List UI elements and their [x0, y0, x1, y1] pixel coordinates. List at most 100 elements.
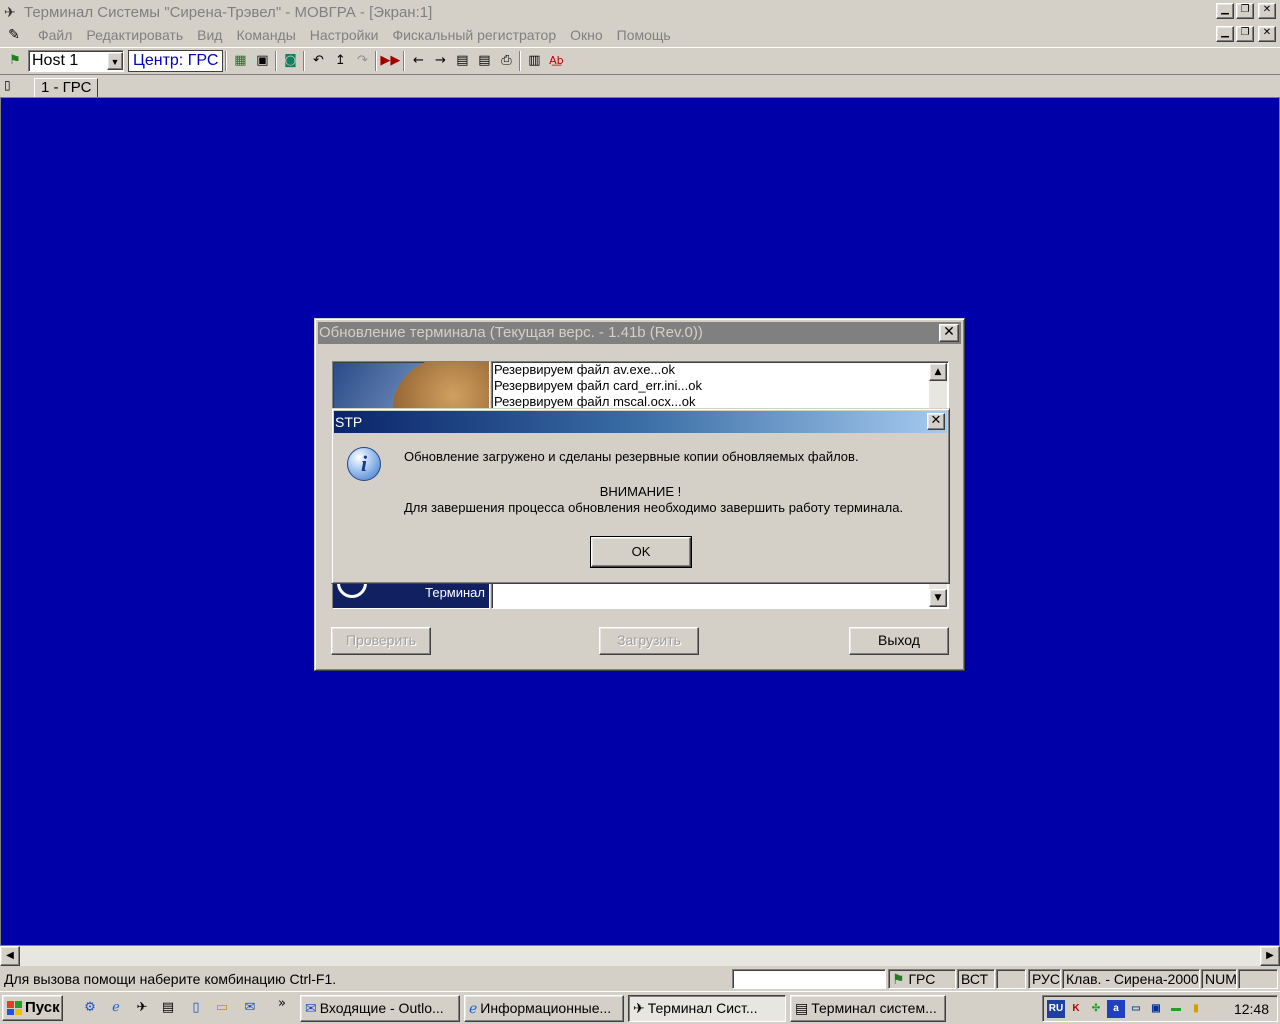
- database-icon[interactable]: ◙: [279, 50, 301, 72]
- internet-explorer-icon: ℯ: [469, 1000, 478, 1016]
- document-window-icon[interactable]: ✎: [3, 26, 25, 44]
- outlook-icon: ✉: [305, 1000, 317, 1016]
- chevron-down-icon[interactable]: ▼: [107, 52, 123, 70]
- message-box-close-button[interactable]: ✕: [927, 413, 945, 430]
- update-window-title: Обновление терминала (Текущая верс. - 1.…: [319, 324, 703, 341]
- task-browser[interactable]: ℯ Информационные...: [464, 995, 624, 1022]
- scroll-left-icon[interactable]: ◀: [0, 946, 20, 966]
- doc-close-button[interactable]: ✕: [1258, 26, 1276, 42]
- print-icon[interactable]: ⎙: [495, 50, 517, 72]
- restore-button[interactable]: ❐: [1236, 3, 1254, 19]
- battery-icon[interactable]: ▬: [1167, 1000, 1185, 1018]
- tab-grs[interactable]: 1 - ГРС: [34, 78, 99, 98]
- quicklaunch-airplane-icon[interactable]: ✈: [132, 998, 152, 1018]
- menu-settings[interactable]: Настройки: [303, 27, 386, 43]
- scroll-up-icon[interactable]: ▲: [929, 363, 947, 381]
- quicklaunch-network-icon[interactable]: ⚙: [80, 998, 100, 1018]
- task-label: Информационные...: [480, 1000, 612, 1016]
- status-input-panel: [732, 969, 886, 989]
- connect-icon[interactable]: ▦: [229, 50, 251, 72]
- menu-bar: ✎ Файл Редактировать Вид Команды Настрой…: [0, 24, 1280, 46]
- update-window-close-button[interactable]: ✕: [939, 324, 959, 342]
- task-label: Терминал систем...: [811, 1000, 937, 1016]
- quicklaunch-folder-icon[interactable]: ▭: [212, 998, 232, 1018]
- doc-minimize-button[interactable]: ▁: [1216, 26, 1234, 42]
- message-warning: ВНИМАНИЕ !: [599, 484, 682, 499]
- notes-icon[interactable]: ▮: [1187, 1000, 1205, 1018]
- horizontal-scrollbar[interactable]: ◀ ▶: [0, 946, 1280, 966]
- status-vst: ВСТ: [957, 969, 995, 989]
- toolbar-separator: [519, 51, 522, 71]
- log-line: Резервируем файл card_err.ini...ok: [494, 378, 702, 393]
- language-indicator[interactable]: RU: [1047, 999, 1065, 1018]
- document-caption-buttons: ▁ ❐ ✕: [1216, 26, 1276, 42]
- upload-icon[interactable]: ↥: [329, 50, 351, 72]
- fast-forward-icon[interactable]: ▶▶: [379, 50, 401, 72]
- minimize-button[interactable]: ▁: [1216, 3, 1234, 19]
- table-right-icon[interactable]: ▤: [473, 50, 495, 72]
- arrow-right-icon[interactable]: →: [429, 50, 451, 72]
- scrollbar-track[interactable]: [20, 946, 1260, 966]
- display-icon[interactable]: ▣: [1147, 1000, 1165, 1018]
- message-box-title: STP: [335, 414, 363, 430]
- title-bar: ✈ Терминал Системы "Сирена-Трэвел" - МОВ…: [0, 0, 1280, 24]
- start-button[interactable]: Пуск: [2, 995, 63, 1021]
- menu-window[interactable]: Окно: [563, 27, 610, 43]
- status-grs: ГРС: [908, 971, 936, 987]
- log-line: Резервируем файл av.exe...ok: [494, 362, 675, 377]
- task-label: Входящие - Outlo...: [319, 1000, 444, 1016]
- calendar-icon[interactable]: ▥: [523, 50, 545, 72]
- update-window-titlebar: Обновление терминала (Текущая верс. - 1.…: [318, 322, 961, 344]
- banner-label: Терминал: [425, 585, 485, 600]
- doc-restore-button[interactable]: ❐: [1236, 26, 1254, 42]
- information-icon: i: [347, 447, 381, 481]
- new-screen-icon[interactable]: ▯: [4, 78, 11, 92]
- toolbar-separator: [375, 51, 378, 71]
- undo-icon[interactable]: ↶: [307, 50, 329, 72]
- network-icon[interactable]: ✣: [1087, 1000, 1105, 1018]
- traffic-light-icon[interactable]: ⚑: [4, 50, 26, 72]
- menu-file[interactable]: Файл: [31, 27, 79, 43]
- load-button[interactable]: Загрузить: [599, 627, 699, 655]
- quicklaunch-more-button[interactable]: »: [272, 994, 292, 1014]
- monitor-icon[interactable]: ▭: [1127, 1000, 1145, 1018]
- clipboard-icon[interactable]: ▣: [251, 50, 273, 72]
- menu-view[interactable]: Вид: [190, 27, 229, 43]
- quicklaunch-outlook-icon[interactable]: ✉: [240, 998, 260, 1018]
- traffic-light-icon: ⚑: [892, 971, 905, 987]
- task-terminal-active[interactable]: ✈ Терминал Сист...: [628, 995, 786, 1022]
- a-app-icon[interactable]: a: [1107, 999, 1125, 1018]
- quicklaunch-terminal-icon[interactable]: ▤: [158, 998, 178, 1018]
- window-title: Терминал Системы "Сирена-Трэвел" - МОВГР…: [24, 3, 433, 21]
- internet-explorer-icon[interactable]: ℯ: [106, 998, 126, 1018]
- center-label[interactable]: Центр: ГРС: [128, 50, 224, 72]
- arrow-left-icon[interactable]: ←: [407, 50, 429, 72]
- kaspersky-icon[interactable]: K: [1067, 1000, 1085, 1018]
- window-caption-buttons: ▁ ❐ ✕: [1216, 3, 1276, 19]
- quicklaunch-document-icon[interactable]: ▯: [186, 998, 206, 1018]
- windows-logo-icon: [7, 1001, 22, 1015]
- check-button[interactable]: Проверить: [331, 627, 431, 655]
- toolbar: ⚑ Host 1 ▼ Центр: ГРС ▦ ▣ ◙ ↶ ↥ ↷ ▶▶ ← →…: [0, 47, 1280, 75]
- task-terminal-system[interactable]: ▤ Терминал систем...: [790, 995, 946, 1022]
- toolbar-separator: [403, 51, 406, 71]
- redo-icon[interactable]: ↷: [351, 50, 373, 72]
- close-button[interactable]: ✕: [1258, 3, 1276, 19]
- document-icon: ▤: [795, 1000, 809, 1016]
- table-left-icon[interactable]: ▤: [451, 50, 473, 72]
- menu-fiscal-registrar[interactable]: Фискальный регистратор: [385, 27, 563, 43]
- system-tray: RU K ✣ a ▭ ▣ ▬ ▮ 12:48: [1042, 995, 1278, 1022]
- status-empty-panel: [1238, 969, 1278, 989]
- task-outlook[interactable]: ✉ Входящие - Outlo...: [300, 995, 460, 1022]
- menu-help[interactable]: Помощь: [610, 27, 678, 43]
- ok-button[interactable]: OK: [590, 536, 692, 568]
- exit-button[interactable]: Выход: [849, 627, 949, 655]
- status-keyboard: Клав. - Сирена-2000: [1062, 969, 1200, 989]
- scroll-right-icon[interactable]: ▶: [1260, 946, 1280, 966]
- host-select-value: Host 1: [32, 52, 79, 69]
- menu-commands[interactable]: Команды: [229, 27, 302, 43]
- menu-edit[interactable]: Редактировать: [79, 27, 190, 43]
- host-select[interactable]: Host 1 ▼: [28, 50, 124, 72]
- spellcheck-icon[interactable]: A͟b: [545, 50, 567, 72]
- scroll-down-icon[interactable]: ▼: [929, 589, 947, 607]
